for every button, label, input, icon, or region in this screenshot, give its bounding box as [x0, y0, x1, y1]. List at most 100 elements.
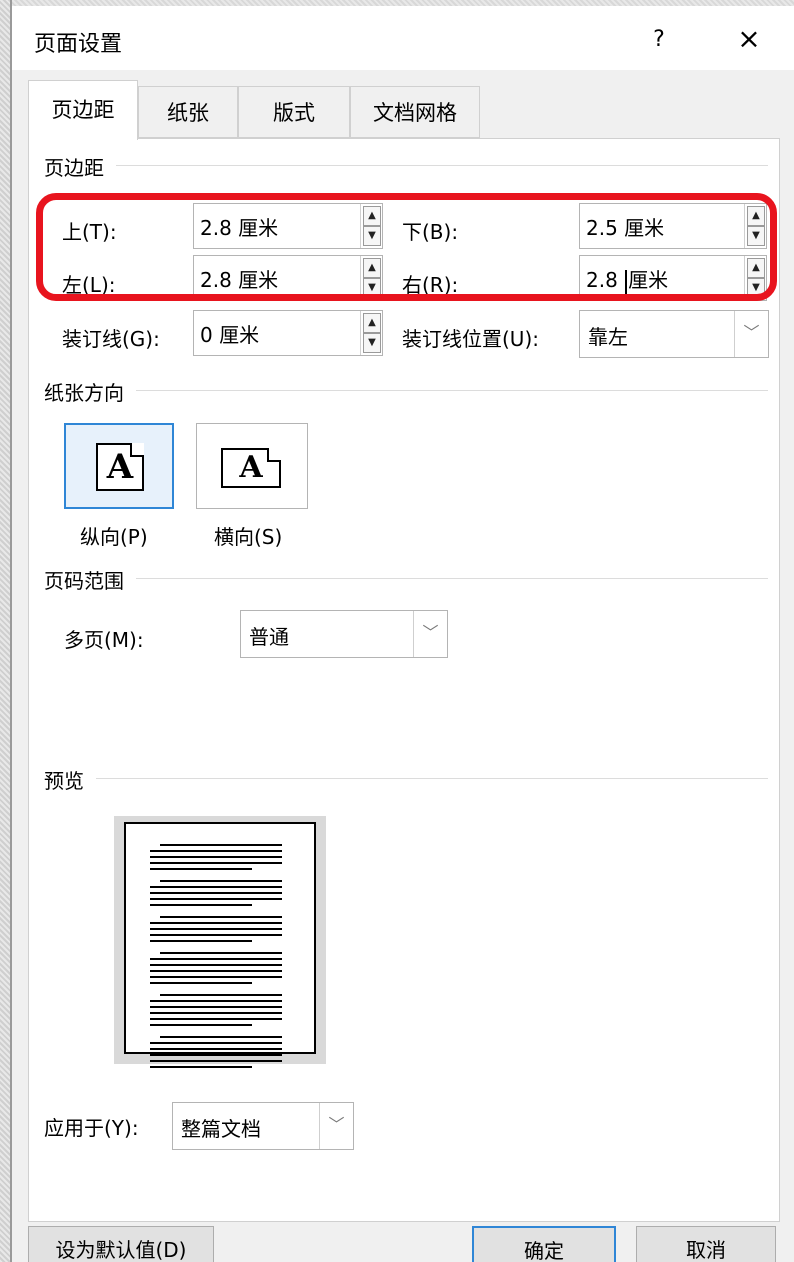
portrait-button[interactable]: A	[64, 423, 174, 509]
preview-text-line	[150, 940, 252, 942]
spin-down-icon[interactable]: ▼	[363, 333, 381, 353]
spin-down-icon[interactable]: ▼	[747, 226, 765, 246]
preview-text-line	[150, 856, 282, 858]
preview-text-line	[150, 976, 282, 978]
tab-document-grid[interactable]: 文档网格	[350, 86, 480, 138]
spin-down-icon[interactable]: ▼	[363, 226, 381, 246]
preview-text-line	[150, 1012, 282, 1014]
close-button[interactable]: ×	[722, 20, 776, 60]
multiple-pages-value: 普通	[249, 625, 289, 649]
apply-to-value: 整篇文档	[181, 1117, 261, 1141]
preview-text-line	[150, 904, 252, 906]
landscape-page-icon: A	[221, 448, 281, 488]
preview-text-line	[150, 964, 282, 966]
cancel-button[interactable]: 取消	[636, 1226, 776, 1262]
preview-group-label: 预览	[44, 765, 96, 794]
preview-text-line	[160, 994, 282, 996]
bottom-margin-value: 2.5 厘米	[586, 216, 665, 240]
bottom-margin-spinner[interactable]: 2.5 厘米 ▲ ▼	[579, 203, 767, 249]
dialog-title: 页面设置	[34, 32, 123, 57]
tab-paper[interactable]: 纸张	[138, 86, 238, 138]
preview-text-line	[150, 928, 282, 930]
ok-button[interactable]: 确定	[472, 1226, 616, 1262]
top-margin-label: 上(T):	[62, 220, 117, 244]
preview-text-line	[160, 880, 282, 882]
preview-text-line	[150, 922, 282, 924]
preview-text-line	[150, 982, 252, 984]
left-margin-label: 左(L):	[62, 273, 116, 297]
right-margin-unit: 厘米	[628, 268, 669, 292]
right-margin-label: 右(R):	[402, 273, 459, 297]
spin-down-icon[interactable]: ▼	[747, 278, 765, 298]
text-caret	[625, 269, 628, 294]
bottom-margin-label: 下(B):	[402, 220, 459, 244]
gutter-spinner[interactable]: 0 厘米 ▲ ▼	[193, 310, 383, 356]
orientation-group-line	[44, 390, 768, 391]
chevron-down-icon[interactable]: ﹀	[734, 311, 768, 357]
preview-group-line	[44, 778, 768, 779]
preview-text-line	[160, 844, 282, 846]
preview-text-line	[150, 934, 282, 936]
top-margin-spinner[interactable]: 2.8 厘米 ▲ ▼	[193, 203, 383, 249]
preview-text-line	[150, 970, 282, 972]
multiple-pages-label: 多页(M):	[64, 628, 144, 652]
title-bar: 页面设置 ? ×	[12, 6, 794, 70]
spin-up-icon[interactable]: ▲	[747, 258, 765, 278]
preview-text-line	[150, 1066, 252, 1068]
multiple-pages-select[interactable]: 普通 ﹀	[240, 610, 448, 658]
set-default-button[interactable]: 设为默认值(D)	[28, 1226, 214, 1262]
preview-text-line	[150, 886, 282, 888]
left-margin-spinner[interactable]: 2.8 厘米 ▲ ▼	[193, 255, 383, 301]
chevron-down-icon[interactable]: ﹀	[319, 1103, 353, 1149]
apply-to-select[interactable]: 整篇文档 ﹀	[172, 1102, 354, 1150]
help-button[interactable]: ?	[636, 20, 682, 60]
preview-text-line	[150, 958, 282, 960]
right-margin-spinner[interactable]: 2.8 厘米 ▲ ▼	[579, 255, 767, 301]
preview-text-line	[150, 862, 282, 864]
gutter-position-value: 靠左	[588, 325, 628, 349]
spin-down-icon[interactable]: ▼	[363, 278, 381, 298]
preview-text-line	[150, 1024, 252, 1026]
spin-up-icon[interactable]: ▲	[747, 206, 765, 226]
preview-text-line	[150, 1048, 282, 1050]
preview-text-line	[150, 868, 252, 870]
gutter-label: 装订线(G):	[62, 327, 160, 351]
portrait-page-icon: A	[96, 443, 144, 491]
spin-up-icon[interactable]: ▲	[363, 313, 381, 333]
preview-text-line	[150, 1006, 282, 1008]
portrait-label[interactable]: 纵向(P)	[80, 521, 148, 550]
preview-text-line	[160, 952, 282, 954]
preview-text-line	[150, 850, 282, 852]
orientation-group-label: 纸张方向	[44, 377, 136, 406]
spin-up-icon[interactable]: ▲	[363, 258, 381, 278]
preview-text-line	[150, 1018, 282, 1020]
preview-text-line	[150, 898, 282, 900]
gutter-value: 0 厘米	[200, 323, 260, 347]
landscape-button[interactable]: A	[196, 423, 308, 509]
gutter-position-label: 装订线位置(U):	[402, 327, 539, 351]
margins-group-label: 页边距	[44, 152, 116, 181]
pages-group-line	[44, 578, 768, 579]
top-margin-value: 2.8 厘米	[200, 216, 279, 240]
preview-text-line	[150, 1000, 282, 1002]
right-margin-value: 2.8 厘米	[586, 264, 668, 294]
landscape-label[interactable]: 横向(S)	[214, 521, 282, 550]
preview-text-line	[160, 916, 282, 918]
pages-group-label: 页码范围	[44, 565, 136, 594]
tab-margins[interactable]: 页边距	[28, 80, 138, 140]
preview-text-line	[150, 1042, 282, 1044]
left-margin-value: 2.8 厘米	[200, 268, 279, 292]
preview-text-line	[150, 1054, 282, 1056]
spin-up-icon[interactable]: ▲	[363, 206, 381, 226]
margins-group-line	[44, 165, 768, 166]
chevron-down-icon[interactable]: ﹀	[413, 611, 447, 657]
right-margin-number: 2.8	[586, 268, 618, 292]
screenshot-edge-left	[0, 0, 12, 1262]
preview-page	[124, 822, 316, 1068]
tab-layout[interactable]: 版式	[238, 86, 350, 138]
gutter-position-select[interactable]: 靠左 ﹀	[579, 310, 769, 358]
preview-text-line	[150, 1060, 282, 1062]
preview-text-line	[150, 892, 282, 894]
preview-text-line	[160, 1036, 282, 1038]
apply-to-label: 应用于(Y):	[44, 1116, 139, 1140]
